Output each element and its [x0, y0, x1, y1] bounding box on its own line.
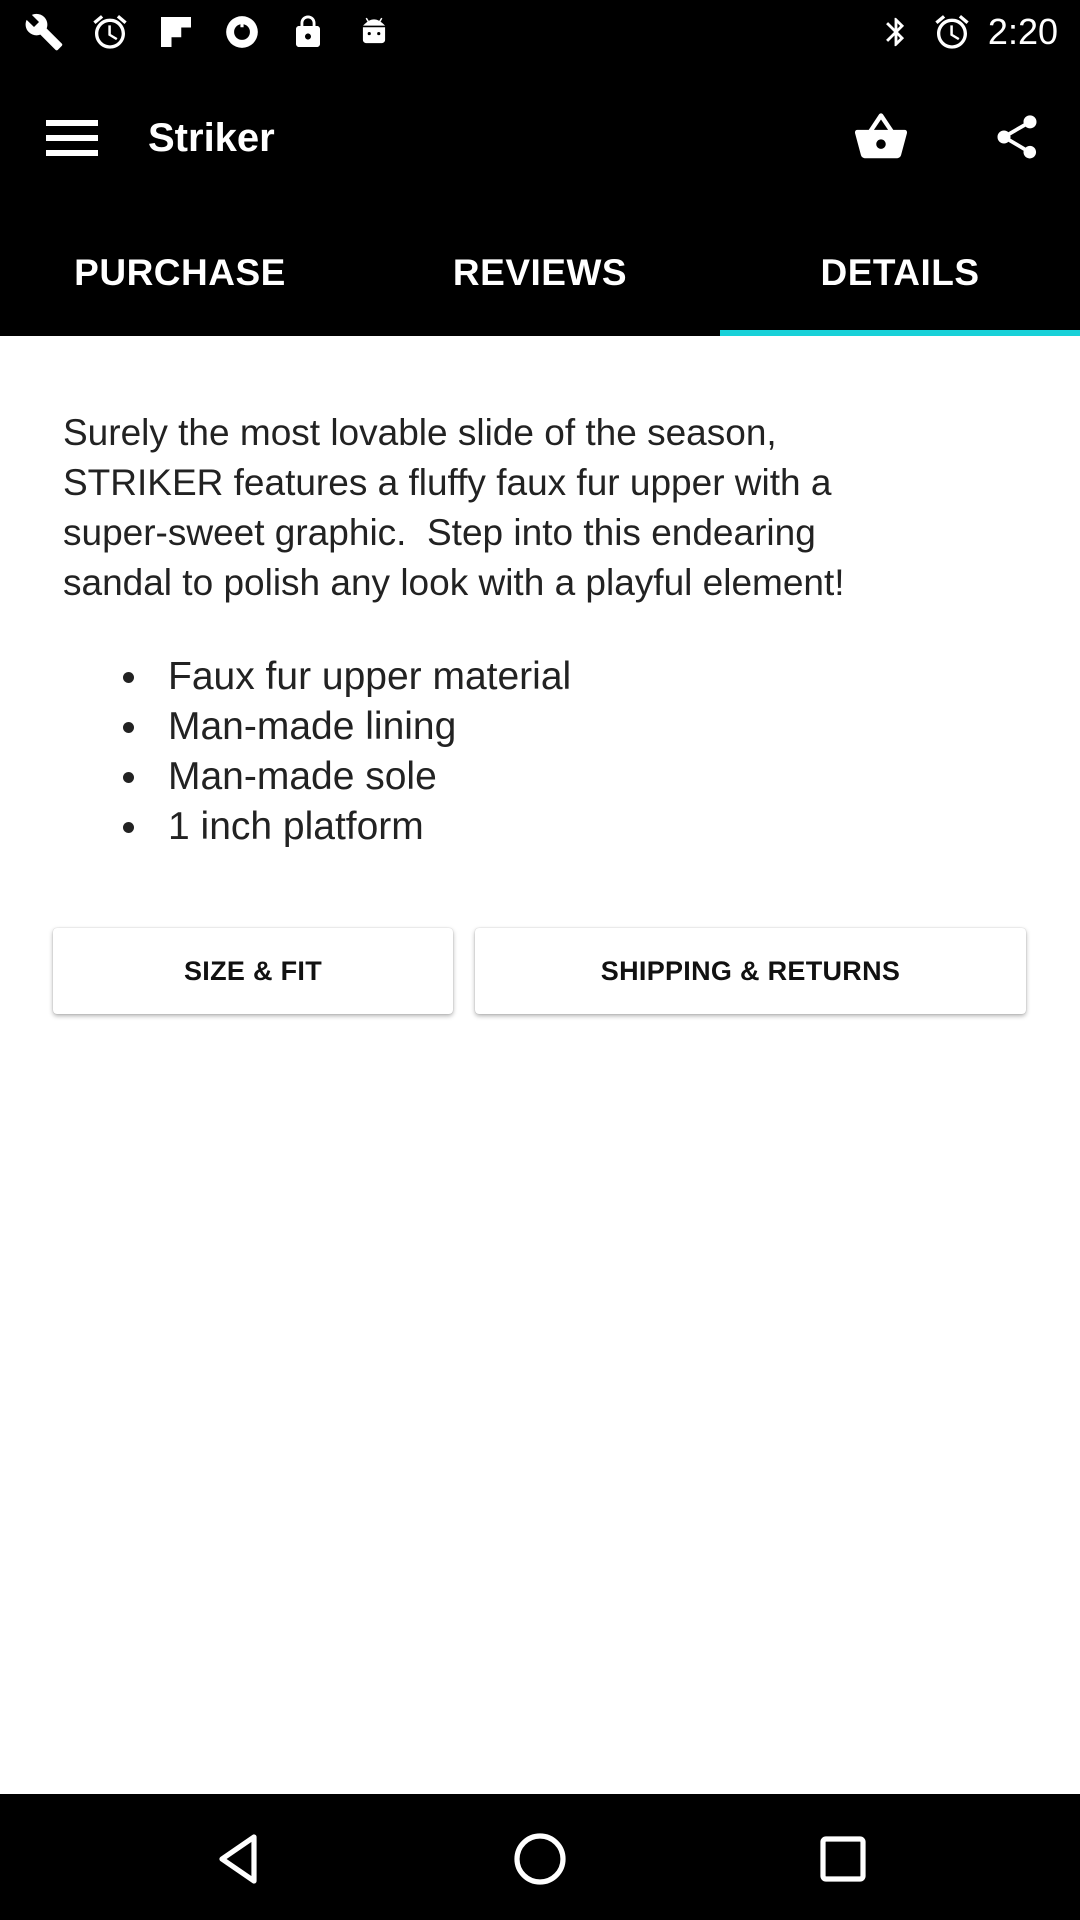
list-item: 1 inch platform — [63, 802, 571, 852]
size-fit-button[interactable]: SIZE & FIT — [53, 928, 453, 1014]
alarm-icon — [932, 10, 972, 54]
product-description: Surely the most lovable slide of the sea… — [63, 412, 845, 603]
tab-bar: PURCHASE REVIEWS DETAILS — [0, 210, 1080, 336]
wrench-icon — [24, 10, 64, 54]
page-title: Striker — [148, 116, 275, 160]
status-time: 2:20 — [987, 11, 1058, 52]
lock-icon — [288, 10, 328, 54]
tab-reviews[interactable]: REVIEWS — [360, 210, 720, 336]
status-bar: 2:20 — [0, 0, 1080, 64]
list-item: Man-made lining — [63, 702, 571, 752]
list-item: Faux fur upper material — [63, 652, 571, 702]
home-icon[interactable] — [505, 1824, 575, 1894]
status-bar-notifications — [24, 10, 394, 54]
recents-icon[interactable] — [808, 1824, 878, 1894]
tab-details[interactable]: DETAILS — [720, 210, 1080, 336]
shipping-returns-button[interactable]: SHIPPING & RETURNS — [475, 928, 1026, 1014]
hamburger-menu-icon[interactable] — [40, 106, 104, 170]
navigation-bar — [0, 1794, 1080, 1920]
feature-list: Faux fur upper material Man-made lining … — [63, 652, 571, 852]
basket-icon[interactable] — [848, 104, 914, 170]
details-panel: Surely the most lovable slide of the sea… — [0, 336, 1080, 1794]
share-icon[interactable] — [984, 104, 1050, 170]
alarm-icon — [90, 10, 130, 54]
list-item: Man-made sole — [63, 752, 571, 802]
tab-purchase[interactable]: PURCHASE — [0, 210, 360, 336]
app-bar: Striker — [0, 64, 1080, 210]
status-bar-system: 2:20 — [876, 8, 1058, 56]
android-icon — [354, 10, 394, 54]
flipboard-icon — [156, 10, 196, 54]
back-icon[interactable] — [203, 1824, 273, 1894]
bluetooth-icon — [876, 10, 916, 54]
sync-icon — [222, 10, 262, 54]
